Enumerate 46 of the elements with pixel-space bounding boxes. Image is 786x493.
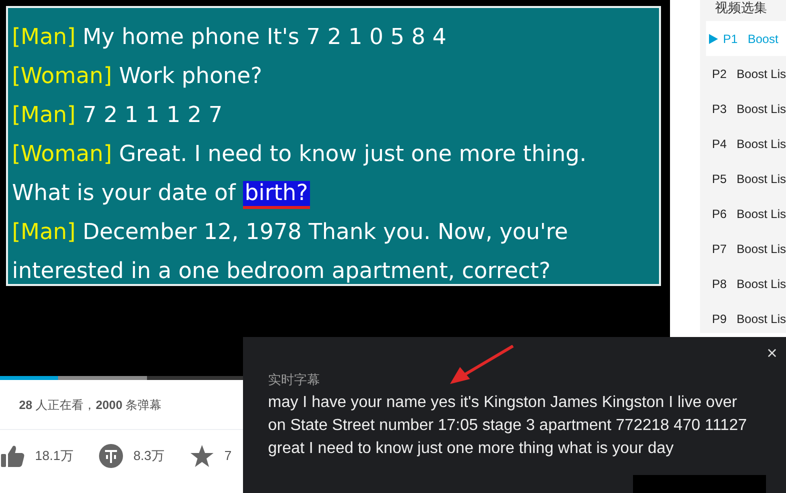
- action-button[interactable]: 8.3万: [99, 444, 164, 468]
- episode-item[interactable]: P5 Boost Lis: [706, 161, 786, 196]
- caption-text: may I have your name yes it's Kingston James Kingston I live over on State Street number 17:05 stage 3 apartment 772218 470 11127 great I need to know just one more thing what is your day: [268, 393, 748, 459]
- coin-icon: [99, 444, 124, 468]
- subtitle-line: [Man] My home phone It's 7 2 1 0 5 8 4: [12, 24, 448, 52]
- episode-index: P7: [712, 240, 727, 258]
- play-icon: [709, 34, 718, 44]
- subtitle-line: interested in a one bedroom apartment, correct?: [12, 258, 552, 286]
- action-button[interactable]: 7: [190, 444, 232, 468]
- episode-title: Boost Lis: [736, 136, 786, 152]
- sidebar-title: 视频选集: [714, 0, 768, 16]
- episode-index: P8: [712, 276, 727, 292]
- episode-title: Boost Lis: [736, 66, 786, 82]
- thumbs-up-icon: [1, 445, 25, 467]
- episode-item[interactable]: P8 Boost Lis: [706, 266, 786, 301]
- subtitle-line: [Woman] Work phone?: [12, 63, 264, 91]
- viewer-stats: 28 人正在看，2000 条弹幕: [19, 396, 162, 414]
- star-icon: [190, 444, 214, 468]
- subtitle-line: What is your date of birth?: [12, 174, 655, 213]
- episode-index: P3: [712, 100, 727, 118]
- episode-item[interactable]: P7 Boost Lis: [706, 231, 786, 266]
- episode-index: P4: [712, 136, 727, 152]
- close-button[interactable]: ×: [764, 343, 780, 363]
- episode-title: Boost Lis: [736, 240, 786, 258]
- episode-index: P1: [723, 30, 738, 48]
- episode-item[interactable]: P6 Boost Lis: [706, 196, 786, 231]
- subtitle-line: [Man] December 12, 1978 Thank you. Now, you're: [12, 219, 570, 247]
- episode-item[interactable]: P3 Boost Lis: [706, 91, 786, 126]
- episode-title: Boost Lis: [736, 276, 786, 292]
- episode-item[interactable]: P9 Boost Lis: [706, 301, 786, 333]
- episode-item[interactable]: P2 Boost Lis: [706, 56, 786, 91]
- episode-title: Boost Lis: [736, 100, 786, 118]
- caption-title: 实时字幕: [268, 371, 320, 389]
- episode-item[interactable]: P4 Boost Lis: [706, 126, 786, 161]
- action-button[interactable]: 18.1万: [1, 445, 74, 467]
- episode-title: Boost Lis: [736, 206, 786, 222]
- episode-index: P5: [712, 170, 727, 188]
- episode-title: Boost Lis: [736, 310, 786, 328]
- subtitle-line: [Man] 7 2 1 1 1 2 7: [12, 102, 224, 130]
- episode-title: Boost Lis: [736, 170, 786, 188]
- subtitle-line: [Woman] Great. I need to know just one more thing.: [12, 141, 588, 169]
- arrow-drawing: [450, 345, 514, 385]
- episode-title: Boost: [748, 30, 778, 48]
- episode-index: P6: [712, 206, 727, 222]
- episode-index: P2: [712, 66, 727, 82]
- episode-index: P9: [712, 310, 727, 328]
